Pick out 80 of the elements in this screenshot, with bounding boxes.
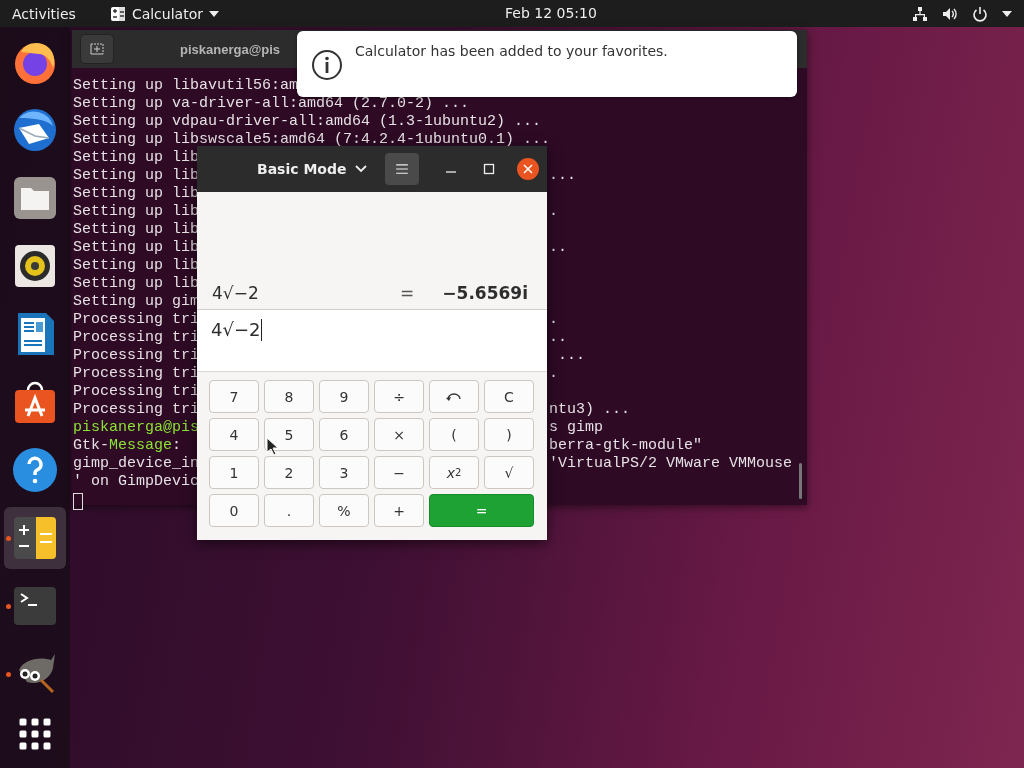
terminal-line: Processing tri	[73, 383, 200, 401]
terminal-line: ...	[549, 167, 576, 185]
calculator-key[interactable]: C	[484, 380, 534, 413]
calculator-key[interactable]: (	[429, 418, 479, 451]
calculator-key[interactable]: 0	[209, 494, 259, 527]
folder-icon	[11, 174, 59, 222]
calculator-key[interactable]: 4	[209, 418, 259, 451]
terminal-line: Setting up libswscale5:amd64 (7:4.2.4-1ubuntu0.1) ...	[73, 131, 551, 149]
calculator-key[interactable]: 1	[209, 456, 259, 489]
undo-button[interactable]	[429, 380, 479, 413]
close-icon[interactable]	[516, 158, 539, 180]
terminal-line: ..	[549, 239, 567, 257]
terminal-line: Processing tri	[73, 311, 200, 329]
terminal-line: gimp_device_in	[73, 455, 200, 473]
calculator-key[interactable]: 3	[319, 456, 369, 489]
terminal-line: ntu3) ...	[549, 401, 630, 419]
calculator-key[interactable]: .	[264, 494, 314, 527]
notification-message: Calculator has been added to your favorites.	[355, 43, 668, 59]
history-expression[interactable]: 4√−2	[212, 283, 401, 303]
calculator-key[interactable]: 2	[264, 456, 314, 489]
calculator-icon	[109, 5, 126, 22]
calculator-key[interactable]: 5	[264, 418, 314, 451]
scrollbar[interactable]	[799, 463, 802, 499]
caret-icon[interactable]	[1002, 10, 1012, 17]
calculator-key[interactable]: )	[484, 418, 534, 451]
terminal-line: .	[549, 365, 558, 383]
menu-icon	[395, 164, 408, 174]
calculator-key[interactable]: +	[374, 494, 424, 527]
calculator-key[interactable]: 6	[319, 418, 369, 451]
terminal-line: Processing tri	[73, 365, 200, 383]
terminal-line: 'VirtualPS/2 VMware VMMouse	[549, 455, 793, 473]
mouse-pointer-icon	[266, 437, 278, 455]
notification-banner[interactable]: Calculator has been added to your favorites.	[297, 31, 797, 97]
terminal-line: Setting up va-driver-all:amd64 (2.7.0-2) ...	[73, 95, 470, 113]
calculator-key[interactable]: −	[374, 456, 424, 489]
menu-button[interactable]	[384, 153, 419, 185]
terminal-title: piskanerga@pis	[180, 41, 281, 57]
terminal-line: Setting up vdpau-driver-all:amd64 (1.3-1ubuntu2) ...	[73, 113, 542, 131]
app-grid-icon[interactable]	[19, 718, 51, 750]
app-menu[interactable]: Calculator	[109, 5, 219, 22]
mail-icon	[11, 106, 59, 154]
activities-button[interactable]: Activities	[12, 5, 76, 22]
terminal-line: ' on GimpDevic	[73, 473, 200, 491]
help-icon	[11, 446, 59, 494]
terminal-line: ...	[557, 347, 585, 365]
clock[interactable]: Feb 12 05:10	[505, 5, 597, 21]
terminal-line: .	[549, 311, 558, 329]
calculator-key[interactable]: √	[484, 456, 534, 489]
network-icon[interactable]	[912, 5, 928, 22]
power-icon[interactable]	[972, 5, 988, 22]
terminal-line: Processing tri	[73, 347, 200, 365]
calculator-icon	[11, 514, 59, 562]
terminal-line: Setting up libavutil56:am	[73, 77, 299, 95]
terminal-line: s gimp	[549, 419, 603, 437]
info-icon	[311, 49, 343, 81]
calculator-key[interactable]: x$^{2}$	[429, 456, 479, 489]
input-field[interactable]: 4√−2	[197, 310, 547, 372]
terminal-line: berra-gtk-module"	[549, 437, 703, 455]
terminal-line: Gtk-Message:	[73, 437, 182, 455]
terminal-line: piskanerga@pis	[73, 419, 200, 437]
calculator-key[interactable]: 7	[209, 380, 259, 413]
caret-icon	[208, 10, 219, 17]
terminal-line: .	[549, 203, 558, 221]
undo-icon	[446, 391, 462, 402]
history-equals: =	[400, 283, 415, 303]
maximize-icon[interactable]	[482, 163, 495, 175]
terminal-line: ..	[549, 329, 567, 347]
mode-selector[interactable]: Basic Mode	[257, 161, 367, 177]
new-tab-icon[interactable]	[80, 34, 114, 64]
text-cursor	[73, 493, 83, 510]
terminal-line: Processing tri	[73, 401, 200, 419]
history-result[interactable]: −5.6569i	[442, 283, 528, 303]
calculator-key[interactable]: 8	[264, 380, 314, 413]
terminal-line: Processing tri	[73, 329, 200, 347]
calculator-key[interactable]: %	[319, 494, 369, 527]
calculator-key[interactable]: ×	[374, 418, 424, 451]
dock-item[interactable]	[4, 507, 66, 569]
calculator-key[interactable]: 9	[319, 380, 369, 413]
chevron-icon	[354, 165, 367, 173]
calculator-key[interactable]: ÷	[374, 380, 424, 413]
